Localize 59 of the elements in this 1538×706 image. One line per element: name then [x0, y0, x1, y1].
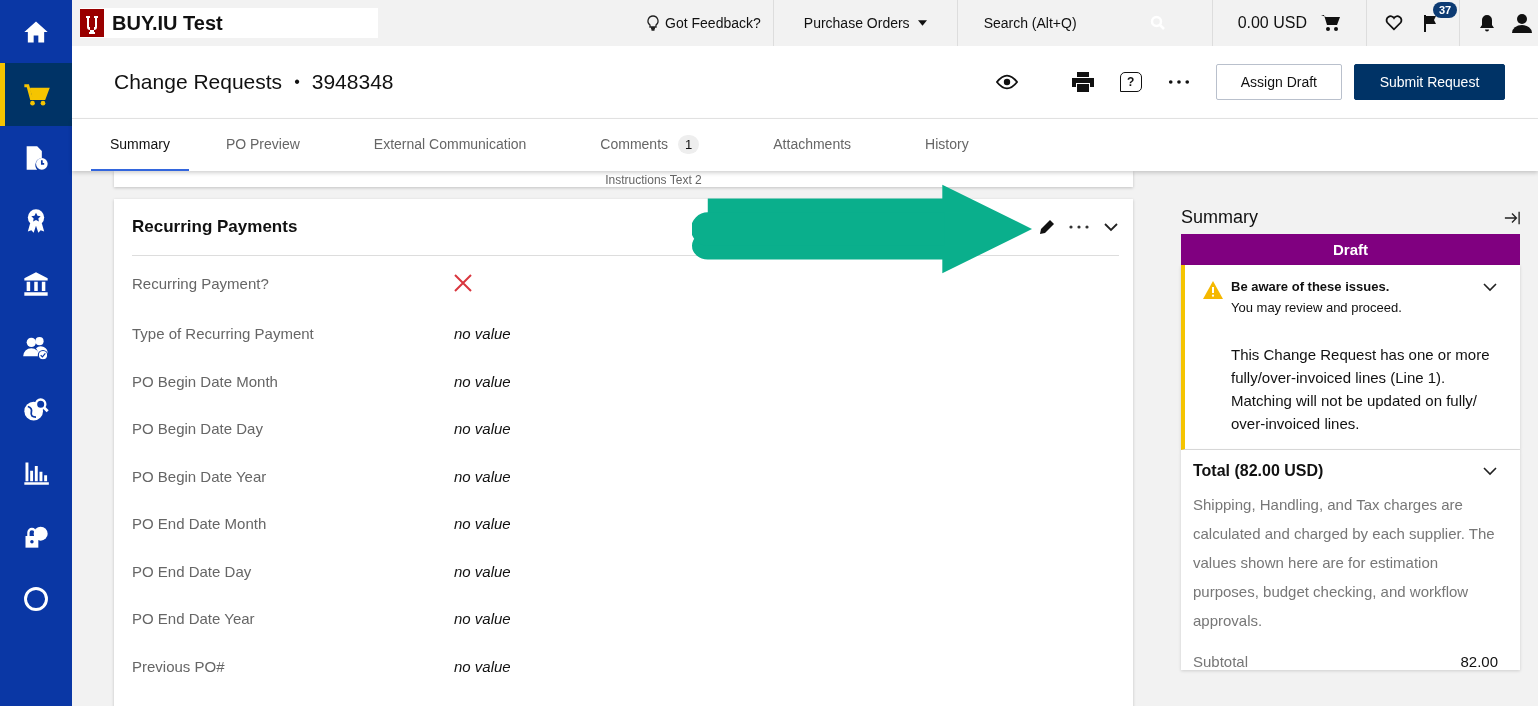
field-label: PO Begin Date Month: [132, 372, 279, 390]
bell-icon[interactable]: [1478, 14, 1496, 32]
request-number: 3948348: [311, 70, 394, 94]
field-label: PO Begin Date Year: [132, 467, 268, 485]
eye-icon[interactable]: [995, 72, 1018, 92]
page-title: Change Requests: [114, 70, 283, 94]
total-note: Shipping, Handling, and Tax charges are calculated and charged by each supplier. The values shown here are for estimation purposes, budget checking, and workflow approvals.: [1193, 495, 1496, 631]
total-title: Total (82.00 USD): [1193, 462, 1324, 480]
field-value: no value: [454, 515, 511, 533]
field-value: no value: [454, 562, 511, 580]
tab[interactable]: PO Preview: [188, 119, 337, 171]
title-separator: •: [294, 73, 300, 91]
search-field[interactable]: Search (Alt+Q): [981, 14, 1146, 32]
submit-button[interactable]: Submit Request: [1354, 64, 1505, 100]
print-icon[interactable]: [1071, 72, 1094, 92]
warning-title: Be aware of these issues.: [1231, 279, 1391, 294]
trident-logo-icon: [80, 9, 104, 37]
field-label: PO Begin Date Day: [132, 420, 264, 438]
field-value: no value: [454, 420, 511, 438]
heart-icon[interactable]: [1385, 14, 1403, 32]
tab[interactable]: History: [888, 119, 1006, 171]
cart-icon[interactable]: [1321, 13, 1341, 33]
tab[interactable]: External Communication: [336, 119, 564, 171]
field-value: no value: [454, 610, 511, 628]
logo-text: BUY.IU Test: [112, 11, 223, 35]
field-label: PO End Date Month: [132, 515, 268, 533]
pencil-icon[interactable]: [1039, 219, 1055, 235]
summary-title: Summary: [1181, 207, 1258, 228]
user-icon[interactable]: [1512, 13, 1532, 33]
field-value: no value: [454, 325, 511, 343]
notification-badge: 37: [1433, 2, 1458, 18]
tab[interactable]: Comments 1: [563, 119, 737, 171]
more-icon[interactable]: [1069, 225, 1089, 229]
cart-total: 0.00 USD: [1237, 14, 1307, 32]
tab[interactable]: Attachments: [736, 119, 889, 171]
status-banner: Draft: [1181, 234, 1520, 265]
warning-icon: [1203, 281, 1223, 299]
more-icon[interactable]: [1167, 79, 1190, 85]
sidebar-item[interactable]: [0, 63, 72, 126]
instructions-text: Instructions Text 2: [605, 173, 702, 187]
collapse-icon[interactable]: [1504, 209, 1520, 226]
field-label: PO End Date Day: [132, 562, 253, 580]
field-label: Recurring Payment?: [132, 274, 270, 292]
field-label: PO End Date Year: [132, 610, 256, 628]
field-value: no value: [454, 467, 511, 485]
field-label: Previous PO#: [132, 657, 226, 675]
lightbulb-icon: [645, 15, 662, 31]
assign-button[interactable]: Assign Draft: [1215, 64, 1342, 100]
field-value: no value: [454, 657, 511, 675]
warning-subtitle: You may review and proceed.: [1231, 300, 1403, 315]
field-label: Type of Recurring Payment: [132, 325, 315, 343]
total-value: 82.00: [1460, 653, 1498, 670]
field-value: no value: [454, 372, 511, 390]
logo[interactable]: BUY.IU Test: [80, 8, 378, 38]
caret-icon: [917, 20, 927, 26]
section-title: Recurring Payments: [132, 217, 298, 237]
warning-message: This Change Request has one or more fully/over-invoiced lines (Line 1). Matching will not be updated on fully/ over-invoiced lines.: [1231, 345, 1491, 434]
total-label: Subtotal: [1193, 653, 1249, 670]
help-button[interactable]: ?: [1119, 72, 1142, 92]
